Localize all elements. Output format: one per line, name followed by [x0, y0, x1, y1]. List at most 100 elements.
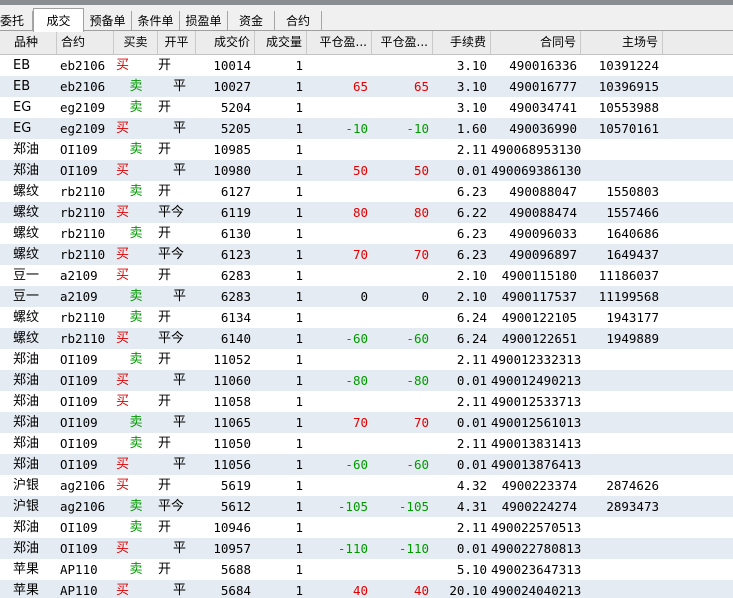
table-row[interactable]: 2EB eb2106 买 开 10014 1 3.10 490016336 10391224 [0, 55, 733, 76]
cell-product: 郑油 [13, 352, 40, 367]
cell-match-no [581, 559, 663, 580]
header-close-pnl-2[interactable]: 平仓盈... [372, 31, 433, 54]
cell-fee: 20.10 [449, 583, 487, 598]
table-row[interactable]: 9郑油 OI109 卖开 10946 1 2.11 49002257051305155308 [0, 517, 733, 538]
table-row[interactable]: 7沪银 ag2106 买 开 5619 1 4.32 4900223374 2874626 [0, 475, 733, 496]
table-row[interactable]: 5郑油 OI109 买 平 10980 1 50 50 0.01 4900693861302728… [0, 160, 733, 181]
cell-open-close: 开 [158, 310, 172, 325]
table-row[interactable]: 0螺纹 rb2110 卖开 6127 1 6.23 490088047 1550803 [0, 181, 733, 202]
tab-orders[interactable]: 委托 [0, 11, 33, 31]
table-row[interactable]: 7螺纹 rb2110 买 平今 6119 1 80 80 6.22 490088474 155746… [0, 202, 733, 223]
tab-trades[interactable]: 成交 [33, 8, 84, 32]
cell-contract: rb2110 [60, 205, 106, 220]
header-price[interactable]: 成交价 [196, 31, 255, 54]
header-open-close[interactable]: 开平 [158, 31, 196, 54]
cell-match-no [581, 412, 663, 433]
table-row[interactable]: 4郑油 OI109 卖开 10985 1 2.11 4900689531302722314 [0, 139, 733, 160]
header-side[interactable]: 买卖 [114, 31, 158, 54]
cell-quantity: 1 [295, 163, 303, 178]
table-row[interactable]: 3郑油 OI109 买 平 11060 1 -80 -80 0.01 49001249021303… [0, 370, 733, 391]
header-product[interactable]: 品种 [10, 31, 57, 54]
table-row[interactable]: 3螺纹 rb2110 买 平今 6123 1 70 70 6.23 490096897 164943… [0, 244, 733, 265]
cell-close-pnl-1: -80 [345, 373, 368, 388]
cell-open-close: 开 [158, 352, 172, 367]
table-row[interactable]: 9豆一 a2109 卖 平 6283 1 0 0 2.10 4900117537 11199568 [0, 286, 733, 307]
table-row[interactable]: 0郑油 OI109 买 平 10957 1 -110 -110 0.01 490022780813… [0, 538, 733, 559]
header-fee[interactable]: 手续费 [433, 31, 491, 54]
cell-contract: OI109 [60, 541, 98, 556]
cell-contract: OI109 [60, 436, 98, 451]
cell-close-pnl-2: -10 [406, 121, 429, 136]
header-quantity[interactable]: 成交量 [255, 31, 307, 54]
trades-table[interactable]: 品种合约买卖开平成交价成交量平仓盈...平仓盈...手续费合同号主场号 2EBe… [0, 31, 733, 598]
cell-contract: OI109 [60, 373, 98, 388]
cell-close-pnl-2 [372, 517, 433, 538]
cell-price: 11065 [213, 415, 251, 430]
cell-index: 9 [0, 517, 10, 538]
cell-price: 11052 [213, 352, 251, 367]
cell-index: 3 [0, 370, 10, 391]
cell-price: 6283 [220, 268, 251, 283]
table-row[interactable]: 2EB eb2106 卖 平 10027 1 65 65 3.10 490016777 103969… [0, 76, 733, 97]
cell-index: 5 [0, 433, 10, 454]
table-row[interactable]: 5郑油 OI109 卖开 11050 1 2.11 49001383141304120467 [0, 433, 733, 454]
table-row[interactable]: 1郑油OI109卖平11065170700.014900125610130383… [0, 412, 733, 433]
cell-order-no: 4900122105 [501, 310, 577, 325]
tab-stop-profit[interactable]: 损盈单 [180, 11, 228, 31]
cell-product: 螺纹 [13, 247, 40, 262]
table-row[interactable]: 2郑油 OI109 买 平 11056 1 -60 -60 0.01 49001387641304… [0, 454, 733, 475]
cell-fee: 6.24 [456, 331, 487, 346]
cell-order-no: 490088047 [509, 184, 577, 199]
table-row[interactable]: 4郑油 OI109 买 开 11058 1 2.11 49001253371303821257 [0, 391, 733, 412]
cell-price: 5688 [220, 562, 251, 577]
cell-fee: 2.10 [456, 268, 487, 283]
tab-contracts[interactable]: 合约 [275, 11, 322, 31]
cell-quantity: 1 [295, 121, 303, 136]
table-row[interactable]: 1螺纹rb2110卖开613416.2449001221051943177 [0, 307, 733, 328]
table-row[interactable]: 1苹果AP110买平56841404020.104900240402130589… [0, 580, 733, 598]
header-contract[interactable]: 合约 [57, 31, 114, 54]
table-row[interactable]: 0郑油 OI109 卖开 11052 1 2.11 49001233231303765163 [0, 349, 733, 370]
cell-close-pnl-2: 65 [413, 79, 429, 94]
cell-close-pnl-1 [307, 139, 372, 160]
header-order-no[interactable]: 合同号 [491, 31, 581, 54]
cell-match-no [581, 538, 663, 559]
cell-side: 卖 [129, 100, 143, 115]
header-close-pnl-1[interactable]: 平仓盈... [307, 31, 372, 54]
cell-match-no: 1557466 [606, 205, 659, 220]
tab-conditional[interactable]: 条件单 [132, 11, 180, 31]
cell-open-close: 平 [172, 415, 186, 430]
cell-close-pnl-2: 0 [421, 289, 429, 304]
cell-index: 2 [0, 328, 10, 349]
cell-contract: rb2110 [60, 184, 106, 199]
cell-side: 买 [116, 478, 130, 493]
cell-contract: rb2110 [60, 331, 106, 346]
table-row[interactable]: 2螺纹 rb2110 买 平今 6140 1 -60 -60 6.24 4900122651 194… [0, 328, 733, 349]
cell-order-no: 490016336 [509, 58, 577, 73]
header-match-no[interactable]: 主场号 [581, 31, 663, 54]
cell-close-pnl-1: 70 [352, 415, 368, 430]
cell-match-no: 10553988 [598, 100, 659, 115]
cell-order-no: 490034741 [509, 100, 577, 115]
table-row[interactable]: 7螺纹 rb2110 卖开 6130 1 6.23 490096033 1640686 [0, 223, 733, 244]
cell-product: 郑油 [13, 142, 40, 157]
cell-order-no: 49002278081305267549 [491, 541, 581, 556]
tab-prepared[interactable]: 预备单 [84, 11, 132, 31]
cell-order-no: 490088474 [509, 205, 577, 220]
cell-side: 买 [116, 121, 130, 136]
cell-index: 7 [0, 202, 10, 223]
cell-order-no: 490036990 [509, 121, 577, 136]
cell-close-pnl-1: 40 [352, 583, 368, 598]
cell-product: 螺纹 [13, 226, 40, 241]
tab-funds[interactable]: 资金 [228, 11, 275, 31]
table-row[interactable]: 3苹果 AP110 卖开 5688 1 5.10 49002364731305683782 [0, 559, 733, 580]
cell-order-no: 49002404021305893100 [491, 583, 581, 598]
table-row[interactable]: 0EG eg2109 买 平 5205 1 -10 -10 1.60 490036990 10570… [0, 118, 733, 139]
cell-close-pnl-2: -60 [406, 331, 429, 346]
table-row[interactable]: 0豆一 a2109 买 开 6283 1 2.10 4900115180 11186037 [0, 265, 733, 286]
cell-fee: 2.11 [456, 436, 487, 451]
table-row[interactable]: 5EG eg2109 卖开 5204 1 3.10 490034741 10553988 [0, 97, 733, 118]
cell-close-pnl-1: -60 [345, 331, 368, 346]
table-row[interactable]: 2沪银 ag2106 卖平今 5612 1 -105 -105 4.31 4900224274 2… [0, 496, 733, 517]
cell-side: 卖 [129, 520, 143, 535]
